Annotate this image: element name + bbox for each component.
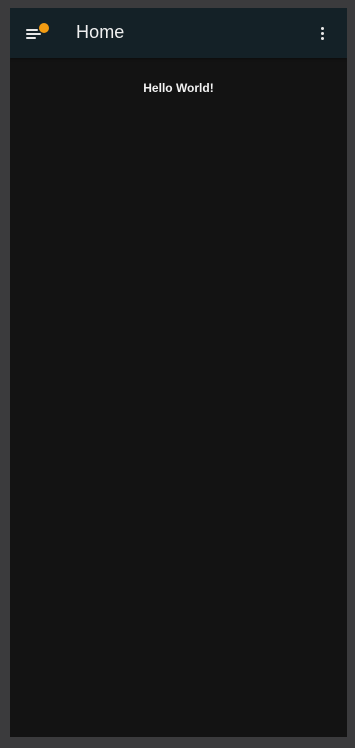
overflow-menu-button[interactable] xyxy=(312,21,332,45)
page-title: Home xyxy=(76,22,125,42)
notification-badge xyxy=(39,23,49,33)
app-screen: Home Hello World! xyxy=(10,8,347,737)
hamburger-menu-icon xyxy=(26,29,38,31)
hamburger-menu-icon-line xyxy=(26,33,41,35)
more-vert-icon-dot xyxy=(321,32,324,35)
device-frame: Home Hello World! xyxy=(0,0,355,748)
greeting-text: Hello World! xyxy=(143,81,214,95)
menu-button[interactable] xyxy=(22,20,50,46)
app-bar: Home xyxy=(10,8,347,58)
main-content: Hello World! xyxy=(10,58,347,737)
hamburger-menu-icon-line xyxy=(26,37,36,39)
more-vert-icon xyxy=(321,27,324,30)
more-vert-icon-dot xyxy=(321,37,324,40)
